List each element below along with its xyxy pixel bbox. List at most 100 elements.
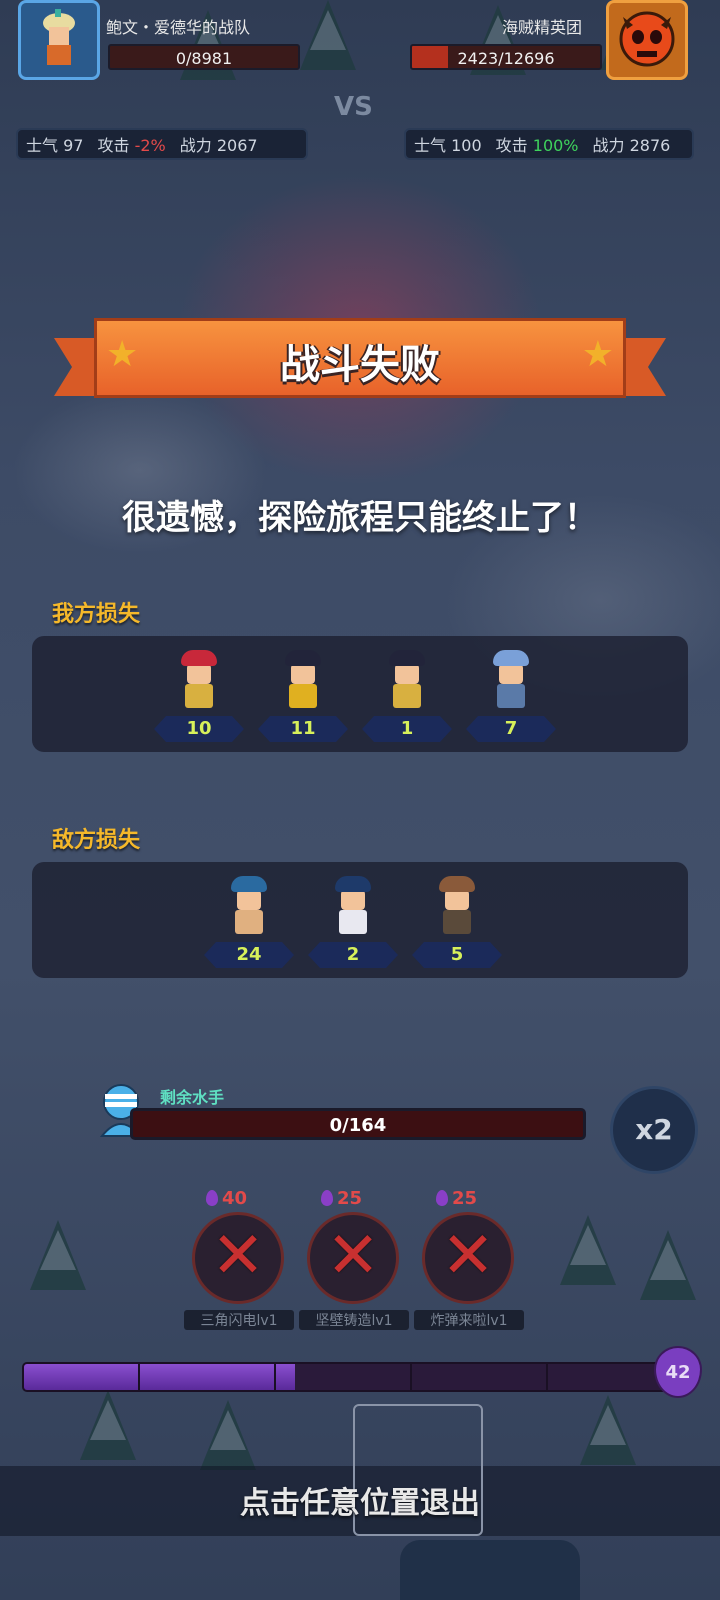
defeat-banner: ★ ★ 战斗失败 — [54, 318, 666, 408]
loss-unit: 5 — [412, 876, 502, 972]
skill-cost: 25 — [321, 1188, 362, 1209]
skull-hat-pirate-icon — [437, 876, 477, 940]
skill-cost: 25 — [436, 1188, 477, 1209]
musketeer-icon — [387, 650, 427, 714]
energy-segment-divider — [138, 1364, 140, 1390]
morale-label: 士气 — [414, 136, 447, 155]
sailors-remaining-label: 剩余水手 — [160, 1088, 225, 1107]
enemy-losses-panel: 24 2 5 — [32, 862, 688, 978]
right-power: 战力 2876 — [593, 132, 671, 156]
tree-decoration — [300, 0, 356, 70]
spear-pirate-icon — [333, 876, 373, 940]
loss-unit: 2 — [308, 876, 398, 972]
power-value: 2067 — [216, 136, 258, 155]
energy-segment-divider — [546, 1364, 548, 1390]
attack-value: -2% — [134, 136, 166, 155]
left-team-avatar — [18, 0, 100, 80]
disabled-x-icon: ✕ — [441, 1219, 495, 1293]
unit-count: 11 — [290, 718, 316, 739]
brute-pirate-icon — [229, 876, 269, 940]
skill-name: 炸弹来啦lv1 — [414, 1310, 524, 1330]
skill-slot[interactable]: 25 ✕ 坚壁铸造lv1 — [299, 1188, 409, 1338]
defeat-title: 战斗失败 — [280, 342, 440, 388]
skill-button-disabled[interactable]: ✕ — [422, 1212, 514, 1304]
left-team-stats: 士气 97 攻击 -2% 战力 2067 — [16, 128, 308, 160]
left-power: 战力 2067 — [180, 132, 258, 156]
loss-unit: 24 — [204, 876, 294, 972]
turban-pirate-icon — [43, 9, 75, 65]
skill-cost-value: 25 — [452, 1188, 478, 1209]
power-label: 战力 — [592, 136, 625, 155]
enemy-losses-label: 敌方损失 — [52, 828, 141, 853]
ship-decoration — [400, 1540, 580, 1600]
left-team-name: 鲍文・爱德华的战队 — [106, 18, 251, 37]
skill-name: 三角闪电lv1 — [184, 1310, 294, 1330]
morale-value: 97 — [63, 136, 84, 155]
unit-count: 1 — [400, 718, 414, 739]
energy-drop-icon — [321, 1190, 333, 1206]
tree-decoration — [640, 1230, 696, 1300]
speed-toggle-button[interactable]: x2 — [610, 1086, 698, 1174]
exit-prompt[interactable]: 点击任意位置退出 — [0, 1478, 720, 1522]
right-team-hp-text: 2423/12696 — [457, 49, 555, 68]
unit-count: 5 — [450, 944, 464, 965]
loss-unit: 10 — [154, 650, 244, 746]
skill-name: 坚壁铸造lv1 — [299, 1310, 409, 1330]
morale-value: 100 — [451, 136, 482, 155]
our-losses-panel: 10 11 1 7 — [32, 636, 688, 752]
unit-count: 7 — [504, 718, 518, 739]
left-team-hp-bar: 0/8981 — [108, 44, 300, 70]
morale-label: 士气 — [26, 136, 59, 155]
sailors-remaining-value: 0/164 — [329, 1115, 387, 1136]
shield-soldier-icon — [283, 650, 323, 714]
unit-count: 2 — [346, 944, 360, 965]
skull-emblem-icon — [619, 11, 675, 67]
attack-label: 攻击 — [495, 136, 528, 155]
disabled-x-icon: ✕ — [326, 1219, 380, 1293]
loss-unit: 7 — [466, 650, 556, 746]
skill-slot[interactable]: 25 ✕ 炸弹来啦lv1 — [414, 1188, 524, 1338]
attack-label: 攻击 — [97, 136, 130, 155]
skill-button-disabled[interactable]: ✕ — [307, 1212, 399, 1304]
right-team-hp-bar: 2423/12696 — [410, 44, 602, 70]
energy-drop-icon — [436, 1190, 448, 1206]
right-team-stats: 士气 100 攻击 100% 战力 2876 — [404, 128, 694, 160]
skill-cost: 40 — [206, 1188, 247, 1209]
energy-bar — [22, 1362, 672, 1392]
vs-label: VS — [334, 92, 373, 122]
skill-cost-value: 25 — [337, 1188, 363, 1209]
loss-unit: 11 — [258, 650, 348, 746]
right-attack: 攻击 100% — [496, 132, 579, 156]
loss-unit: 1 — [362, 650, 452, 746]
energy-segment-divider — [410, 1364, 412, 1390]
right-team-name: 海贼精英团 — [502, 18, 583, 37]
skill-slot[interactable]: 40 ✕ 三角闪电lv1 — [184, 1188, 294, 1338]
left-attack: 攻击 -2% — [97, 132, 165, 156]
skill-cost-value: 40 — [222, 1188, 248, 1209]
unit-count: 10 — [186, 718, 212, 739]
bearded-sailor-icon — [491, 650, 531, 714]
unit-count: 24 — [236, 944, 262, 965]
energy-drop-icon — [206, 1190, 218, 1206]
tree-decoration — [30, 1220, 86, 1290]
attack-value: 100% — [532, 136, 579, 155]
tree-decoration — [80, 1390, 136, 1460]
tree-decoration — [580, 1395, 636, 1465]
right-team-avatar — [606, 0, 688, 80]
energy-bar-fill — [24, 1364, 296, 1390]
power-value: 2876 — [629, 136, 671, 155]
power-label: 战力 — [179, 136, 212, 155]
disabled-x-icon: ✕ — [211, 1219, 265, 1293]
skill-button-disabled[interactable]: ✕ — [192, 1212, 284, 1304]
tree-decoration — [560, 1215, 616, 1285]
energy-segment-divider — [274, 1364, 276, 1390]
left-team-hp-text: 0/8981 — [175, 49, 233, 68]
our-losses-label: 我方损失 — [52, 602, 141, 627]
defeat-message: 很遗憾，探险旅程只能终止了！ — [122, 498, 598, 538]
tree-decoration — [200, 1400, 256, 1470]
right-morale: 士气 100 — [414, 132, 482, 156]
sailors-remaining-bar: 0/164 — [130, 1108, 586, 1140]
left-morale: 士气 97 — [26, 132, 83, 156]
battle-map-background — [0, 0, 720, 1600]
pirate-captain-icon — [179, 650, 219, 714]
